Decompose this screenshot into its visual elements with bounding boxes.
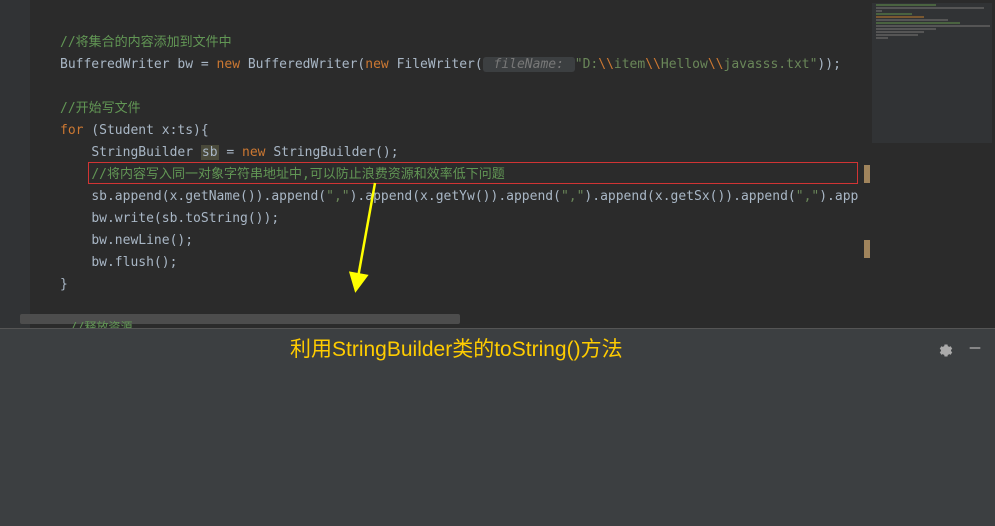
code-content[interactable]: //将集合的内容添加到文件中 BufferedWriter bw = new B…	[60, 10, 860, 296]
code-line: }	[60, 277, 68, 292]
minimize-icon[interactable]	[967, 340, 983, 356]
code-line-highlighted: sb.append(x.getName()).append(",").appen…	[91, 189, 858, 204]
code-line: for (Student x:ts){	[60, 123, 209, 138]
comment-line: //将集合的内容添加到文件中	[60, 35, 232, 50]
comment-line: //开始写文件	[60, 101, 141, 116]
code-line: BufferedWriter bw = new BufferedWriter(n…	[60, 57, 841, 72]
code-line: bw.newLine();	[91, 233, 193, 248]
code-editor[interactable]: //将集合的内容添加到文件中 BufferedWriter bw = new B…	[0, 0, 860, 330]
gear-icon[interactable]	[937, 340, 955, 358]
scroll-marker[interactable]	[864, 165, 870, 183]
code-line: bw.flush();	[91, 255, 177, 270]
scroll-marker[interactable]	[864, 240, 870, 258]
comment-line: //将内容写入同一对象字符串地址中,可以防止浪费资源和效率低下问题	[91, 167, 504, 182]
code-line: bw.write(sb.toString());	[91, 211, 279, 226]
code-minimap[interactable]	[872, 3, 992, 143]
annotation-caption: 利用StringBuilder类的toString()方法	[290, 333, 623, 363]
editor-gutter	[0, 0, 30, 330]
code-line: StringBuilder sb = new StringBuilder();	[91, 145, 398, 160]
